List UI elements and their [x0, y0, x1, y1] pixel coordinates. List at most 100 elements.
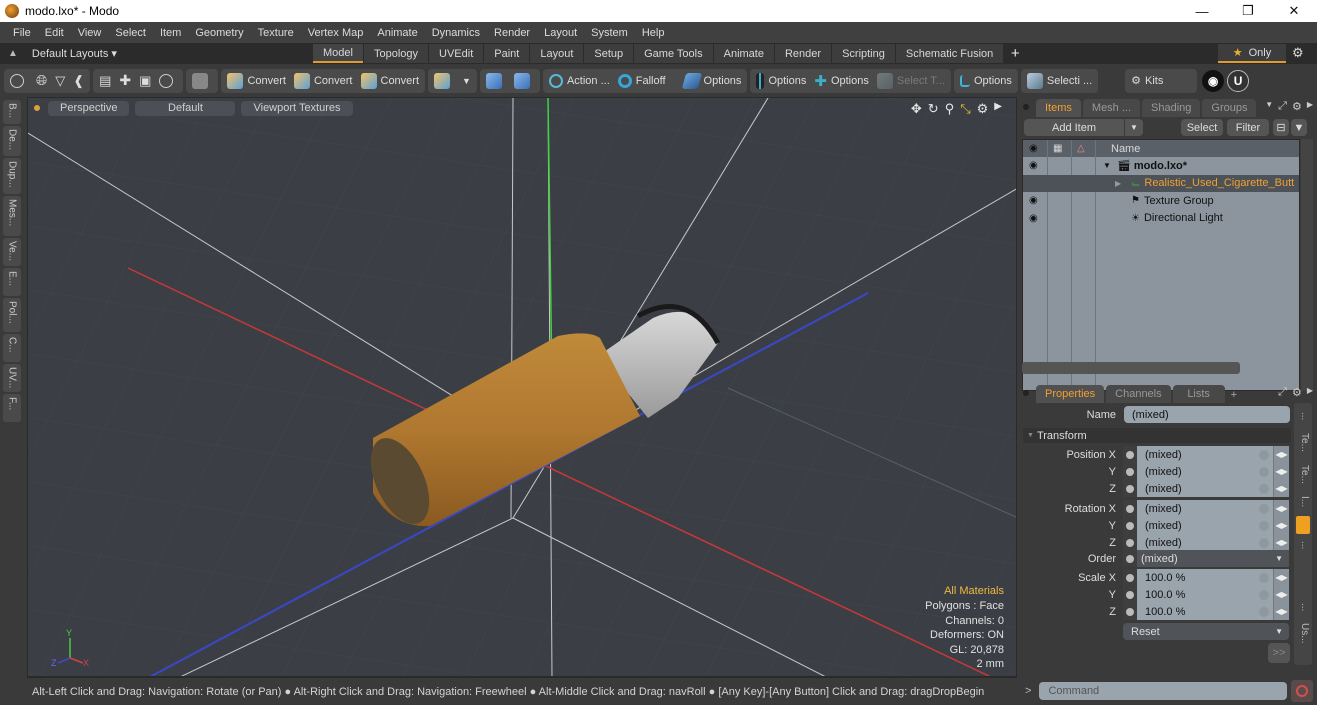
tab-model[interactable]: Model — [313, 44, 363, 63]
keyframe-dot-icon[interactable] — [1123, 463, 1137, 480]
props-menu-dot[interactable] — [1023, 390, 1029, 396]
items-mode-button[interactable]: ▣ — [135, 70, 155, 92]
viewport-gear-icon[interactable]: ⚙ — [977, 101, 989, 117]
keyframe-dot-icon[interactable] — [1123, 517, 1137, 534]
props-expand-icon[interactable]: ⤢ — [1278, 386, 1287, 399]
drag-arrows-icon[interactable]: ◀▶ — [1273, 517, 1289, 534]
keyframe-dot-icon[interactable] — [1123, 534, 1137, 551]
keyframe-dot-icon[interactable] — [1123, 500, 1137, 517]
tab-mesh[interactable]: Mesh ... — [1082, 99, 1141, 117]
edges-mode-button[interactable]: 🌐︎ — [32, 70, 51, 92]
snapping-dropdown[interactable]: ▼ — [458, 70, 475, 92]
pan-icon[interactable]: ✥ — [911, 101, 922, 117]
add-tab-button[interactable]: + — [1004, 45, 1026, 62]
select-t-button[interactable]: Select T... — [873, 70, 949, 92]
menu-texture[interactable]: Texture — [251, 27, 301, 39]
symmetry-button[interactable] — [482, 70, 510, 92]
minimize-button[interactable]: — — [1179, 0, 1225, 22]
expand-icon[interactable]: ⤢ — [1278, 100, 1287, 113]
drag-arrows-icon[interactable]: ◀▶ — [1273, 500, 1289, 517]
lock-column-icon[interactable]: ▦ — [1053, 143, 1062, 154]
rotate-icon[interactable]: ↻ — [928, 101, 939, 117]
workplane-button[interactable] — [510, 70, 538, 92]
expand-arrow-icon[interactable]: ▼ — [1103, 161, 1111, 170]
keyframe-dot-icon[interactable] — [1123, 446, 1137, 463]
vertices-mode-button[interactable] — [6, 70, 32, 92]
strip-tab-vertex[interactable]: Ve... — [3, 238, 21, 266]
rotation-z-field[interactable]: (mixed) ◀▶ — [1123, 534, 1289, 551]
falloff-button[interactable]: Falloff — [614, 70, 670, 92]
strip-tab-uv[interactable]: UV... — [3, 364, 21, 392]
keyframe-dot-icon[interactable] — [1123, 586, 1137, 603]
panel-arrow-icon[interactable]: ▶ — [1307, 100, 1313, 113]
tree-row-texture-group[interactable]: ◉ ⚑ Texture Group — [1023, 192, 1299, 210]
drag-arrows-icon[interactable]: ◀▶ — [1273, 480, 1289, 497]
drag-arrows-icon[interactable]: ◀▶ — [1273, 603, 1289, 620]
menu-geometry[interactable]: Geometry — [188, 27, 250, 39]
tree-horizontal-scrollbar[interactable] — [1022, 362, 1240, 374]
visibility-eye-icon[interactable]: ◉ — [1029, 195, 1041, 206]
render-column-icon[interactable]: △ — [1077, 143, 1085, 154]
side-tab-1[interactable]: ... — [1296, 407, 1310, 425]
scale-x-field[interactable]: 100.0 % ◀▶ — [1123, 569, 1289, 586]
convert-button-1[interactable]: Convert — [223, 70, 290, 92]
menu-select[interactable]: Select — [108, 27, 153, 39]
drag-arrows-icon[interactable]: ◀▶ — [1273, 463, 1289, 480]
strip-tab-curve[interactable]: C... — [3, 334, 21, 362]
position-z-field[interactable]: (mixed) ◀▶ — [1123, 480, 1289, 497]
tree-row-mesh[interactable]: ▶ ⌙ Realistic_Used_Cigarette_Butt — [1023, 174, 1299, 192]
pivot-mode-button[interactable] — [155, 70, 181, 92]
menu-help[interactable]: Help — [635, 27, 672, 39]
viewport-menu-dot[interactable] — [34, 105, 40, 111]
options-button-3[interactable]: ✚ Options — [810, 70, 873, 92]
tabs-dropdown-icon[interactable]: ▼ — [1265, 100, 1273, 113]
menu-dynamics[interactable]: Dynamics — [425, 27, 487, 39]
select-button[interactable]: Select — [1181, 119, 1223, 136]
filter-button[interactable]: Filter — [1227, 119, 1269, 136]
panel-gear-icon[interactable]: ⚙ — [1292, 100, 1302, 113]
keyframe-dot-icon[interactable] — [1123, 480, 1137, 497]
uv-button[interactable]: ✚ — [115, 70, 135, 92]
viewport-textures-button[interactable]: Viewport Textures — [241, 100, 353, 116]
strip-tab-polygon[interactable]: Pol... — [3, 298, 21, 332]
kits-button[interactable]: ⚙ Kits — [1127, 70, 1167, 92]
command-input[interactable]: Command — [1039, 682, 1288, 700]
tab-channels[interactable]: Channels — [1106, 385, 1171, 403]
restore-button[interactable]: ❐ — [1225, 0, 1271, 22]
drag-arrows-icon[interactable]: ◀▶ — [1273, 534, 1289, 551]
drag-arrows-icon[interactable]: ◀▶ — [1273, 569, 1289, 586]
name-field[interactable]: (mixed) — [1124, 406, 1290, 423]
transform-section-header[interactable]: ▼ Transform — [1023, 428, 1291, 443]
tab-uvedit[interactable]: UVEdit — [429, 44, 484, 63]
strip-tab-duplicate[interactable]: Dup... — [3, 158, 21, 194]
view-mode-button[interactable]: Perspective — [48, 100, 130, 116]
convert-button-2[interactable]: Convert — [290, 70, 357, 92]
side-tab-te-2[interactable]: Te... — [1296, 459, 1310, 489]
menu-layout[interactable]: Layout — [537, 27, 584, 39]
only-toggle[interactable]: ★ Only — [1218, 44, 1286, 63]
drag-arrows-icon[interactable]: ◀▶ — [1273, 446, 1289, 463]
tab-layout[interactable]: Layout — [530, 44, 584, 63]
visibility-eye-icon[interactable]: ◉ — [1029, 160, 1041, 171]
viewport-scene[interactable]: Y Z X — [28, 98, 1017, 677]
add-item-dropdown[interactable]: ▼ — [1125, 119, 1143, 136]
tab-topology[interactable]: Topology — [363, 44, 429, 63]
strip-tab-deform[interactable]: De... — [3, 126, 21, 156]
zoom-icon[interactable]: ⚲ — [945, 101, 955, 117]
visibility-column-icon[interactable]: ◉ — [1029, 143, 1038, 154]
menu-animate[interactable]: Animate — [370, 27, 424, 39]
options-button-4[interactable]: Options — [956, 70, 1016, 92]
tab-scripting[interactable]: Scripting — [832, 44, 895, 63]
rotation-x-field[interactable]: (mixed) ◀▶ — [1123, 500, 1289, 517]
tab-setup[interactable]: Setup — [584, 44, 634, 63]
side-tab-active-marker[interactable] — [1296, 516, 1310, 534]
tab-schematic-fusion[interactable]: Schematic Fusion — [895, 44, 1004, 63]
menu-view[interactable]: View — [71, 27, 109, 39]
keyframe-dot-icon[interactable] — [1123, 550, 1137, 567]
rotation-y-field[interactable]: (mixed) ◀▶ — [1123, 517, 1289, 534]
scale-y-field[interactable]: 100.0 % ◀▶ — [1123, 586, 1289, 603]
tab-properties[interactable]: Properties — [1036, 385, 1105, 403]
collapse-list-icon[interactable]: ⊟ — [1273, 119, 1289, 136]
unreal-icon[interactable]: U — [1227, 69, 1250, 92]
side-tab-te-1[interactable]: Te... — [1296, 427, 1310, 457]
